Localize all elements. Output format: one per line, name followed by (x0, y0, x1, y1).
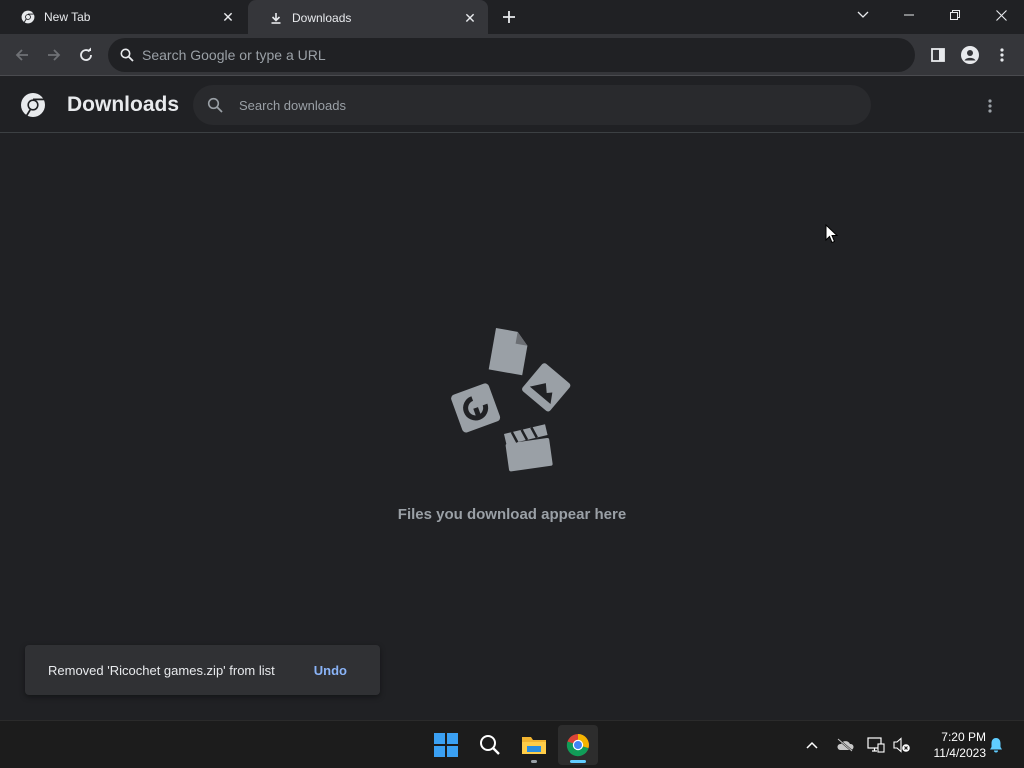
tab-label: New Tab (44, 10, 91, 24)
browser-toolbar (0, 34, 1024, 76)
chrome-menu-button[interactable] (990, 43, 1014, 67)
onedrive-cloud-offline-icon (837, 738, 854, 752)
empty-downloads-illustration (451, 328, 571, 472)
removed-download-toast: Removed 'Ricochet games.zip' from list U… (25, 645, 380, 695)
profile-avatar-icon (961, 46, 979, 64)
close-tab-icon[interactable]: ✕ (220, 9, 236, 25)
bell-icon (990, 738, 1002, 753)
tab-search-chevron-icon[interactable] (840, 0, 886, 30)
reload-icon (80, 47, 92, 61)
address-bar[interactable] (108, 38, 915, 72)
network-button[interactable] (866, 735, 886, 755)
active-indicator (570, 760, 586, 763)
empty-state-message: Files you download appear here (397, 506, 627, 523)
running-indicator (531, 760, 537, 763)
network-ethernet-icon (867, 737, 885, 753)
kebab-menu-icon (1000, 48, 1004, 62)
downloads-search-box[interactable] (193, 85, 871, 125)
audio-file-icon (451, 383, 501, 433)
tab-downloads[interactable]: Downloads ✕ (248, 0, 488, 36)
side-panel-button[interactable] (926, 43, 950, 67)
search-icon (207, 97, 223, 113)
windows-taskbar: 7:20 PM 11/4/2023 (0, 720, 1024, 768)
reload-button[interactable] (74, 43, 98, 67)
downloads-header: Downloads (0, 77, 1024, 133)
downloads-menu-button[interactable] (978, 94, 1002, 118)
taskbar-clock[interactable]: 7:20 PM 11/4/2023 (918, 729, 987, 761)
clock-time: 7:20 PM (941, 730, 986, 744)
chrome-icon (20, 9, 36, 25)
address-input[interactable] (142, 47, 915, 63)
show-hidden-icons-button[interactable] (802, 735, 822, 755)
file-explorer-icon (522, 737, 546, 754)
undo-button[interactable]: Undo (314, 663, 347, 678)
volume-button[interactable] (892, 735, 912, 755)
restore-button[interactable] (932, 0, 978, 30)
chevron-up-icon (806, 741, 818, 749)
start-button[interactable] (426, 725, 466, 765)
toast-message: Removed 'Ricochet games.zip' from list (48, 662, 275, 678)
forward-arrow-icon (48, 49, 61, 61)
chrome-logo-icon (21, 93, 45, 118)
new-tab-button[interactable] (498, 6, 520, 28)
close-window-button[interactable] (978, 0, 1024, 30)
search-icon (480, 735, 500, 755)
chrome-taskbar-button[interactable] (558, 725, 598, 765)
close-tab-icon[interactable]: ✕ (462, 10, 478, 26)
document-file-icon (488, 328, 528, 376)
mouse-cursor-icon (825, 224, 839, 244)
tab-label: Downloads (292, 11, 352, 25)
volume-muted-icon (893, 737, 910, 753)
minimize-button[interactable] (886, 0, 932, 30)
downloads-search-input[interactable] (239, 97, 871, 113)
tab-new-tab[interactable]: New Tab ✕ (0, 0, 246, 34)
clock-date: 11/4/2023 (933, 746, 987, 760)
side-panel-icon (931, 48, 945, 62)
chrome-icon (566, 734, 589, 757)
onedrive-button[interactable] (835, 735, 855, 755)
video-file-icon (504, 424, 553, 472)
search-icon (120, 48, 134, 62)
kebab-menu-icon (988, 99, 992, 113)
title-bar: New Tab ✕ Downloads ✕ (0, 0, 1024, 36)
file-explorer-button[interactable] (514, 725, 554, 765)
forward-button[interactable] (42, 43, 66, 67)
download-icon (268, 10, 284, 26)
page-title: Downloads (67, 93, 180, 116)
notifications-button[interactable] (986, 735, 1006, 755)
back-button[interactable] (10, 43, 34, 67)
profile-button[interactable] (958, 43, 982, 67)
image-file-icon (522, 363, 571, 412)
taskbar-search-button[interactable] (470, 725, 510, 765)
back-arrow-icon (15, 49, 28, 61)
windows-start-icon (434, 733, 458, 757)
